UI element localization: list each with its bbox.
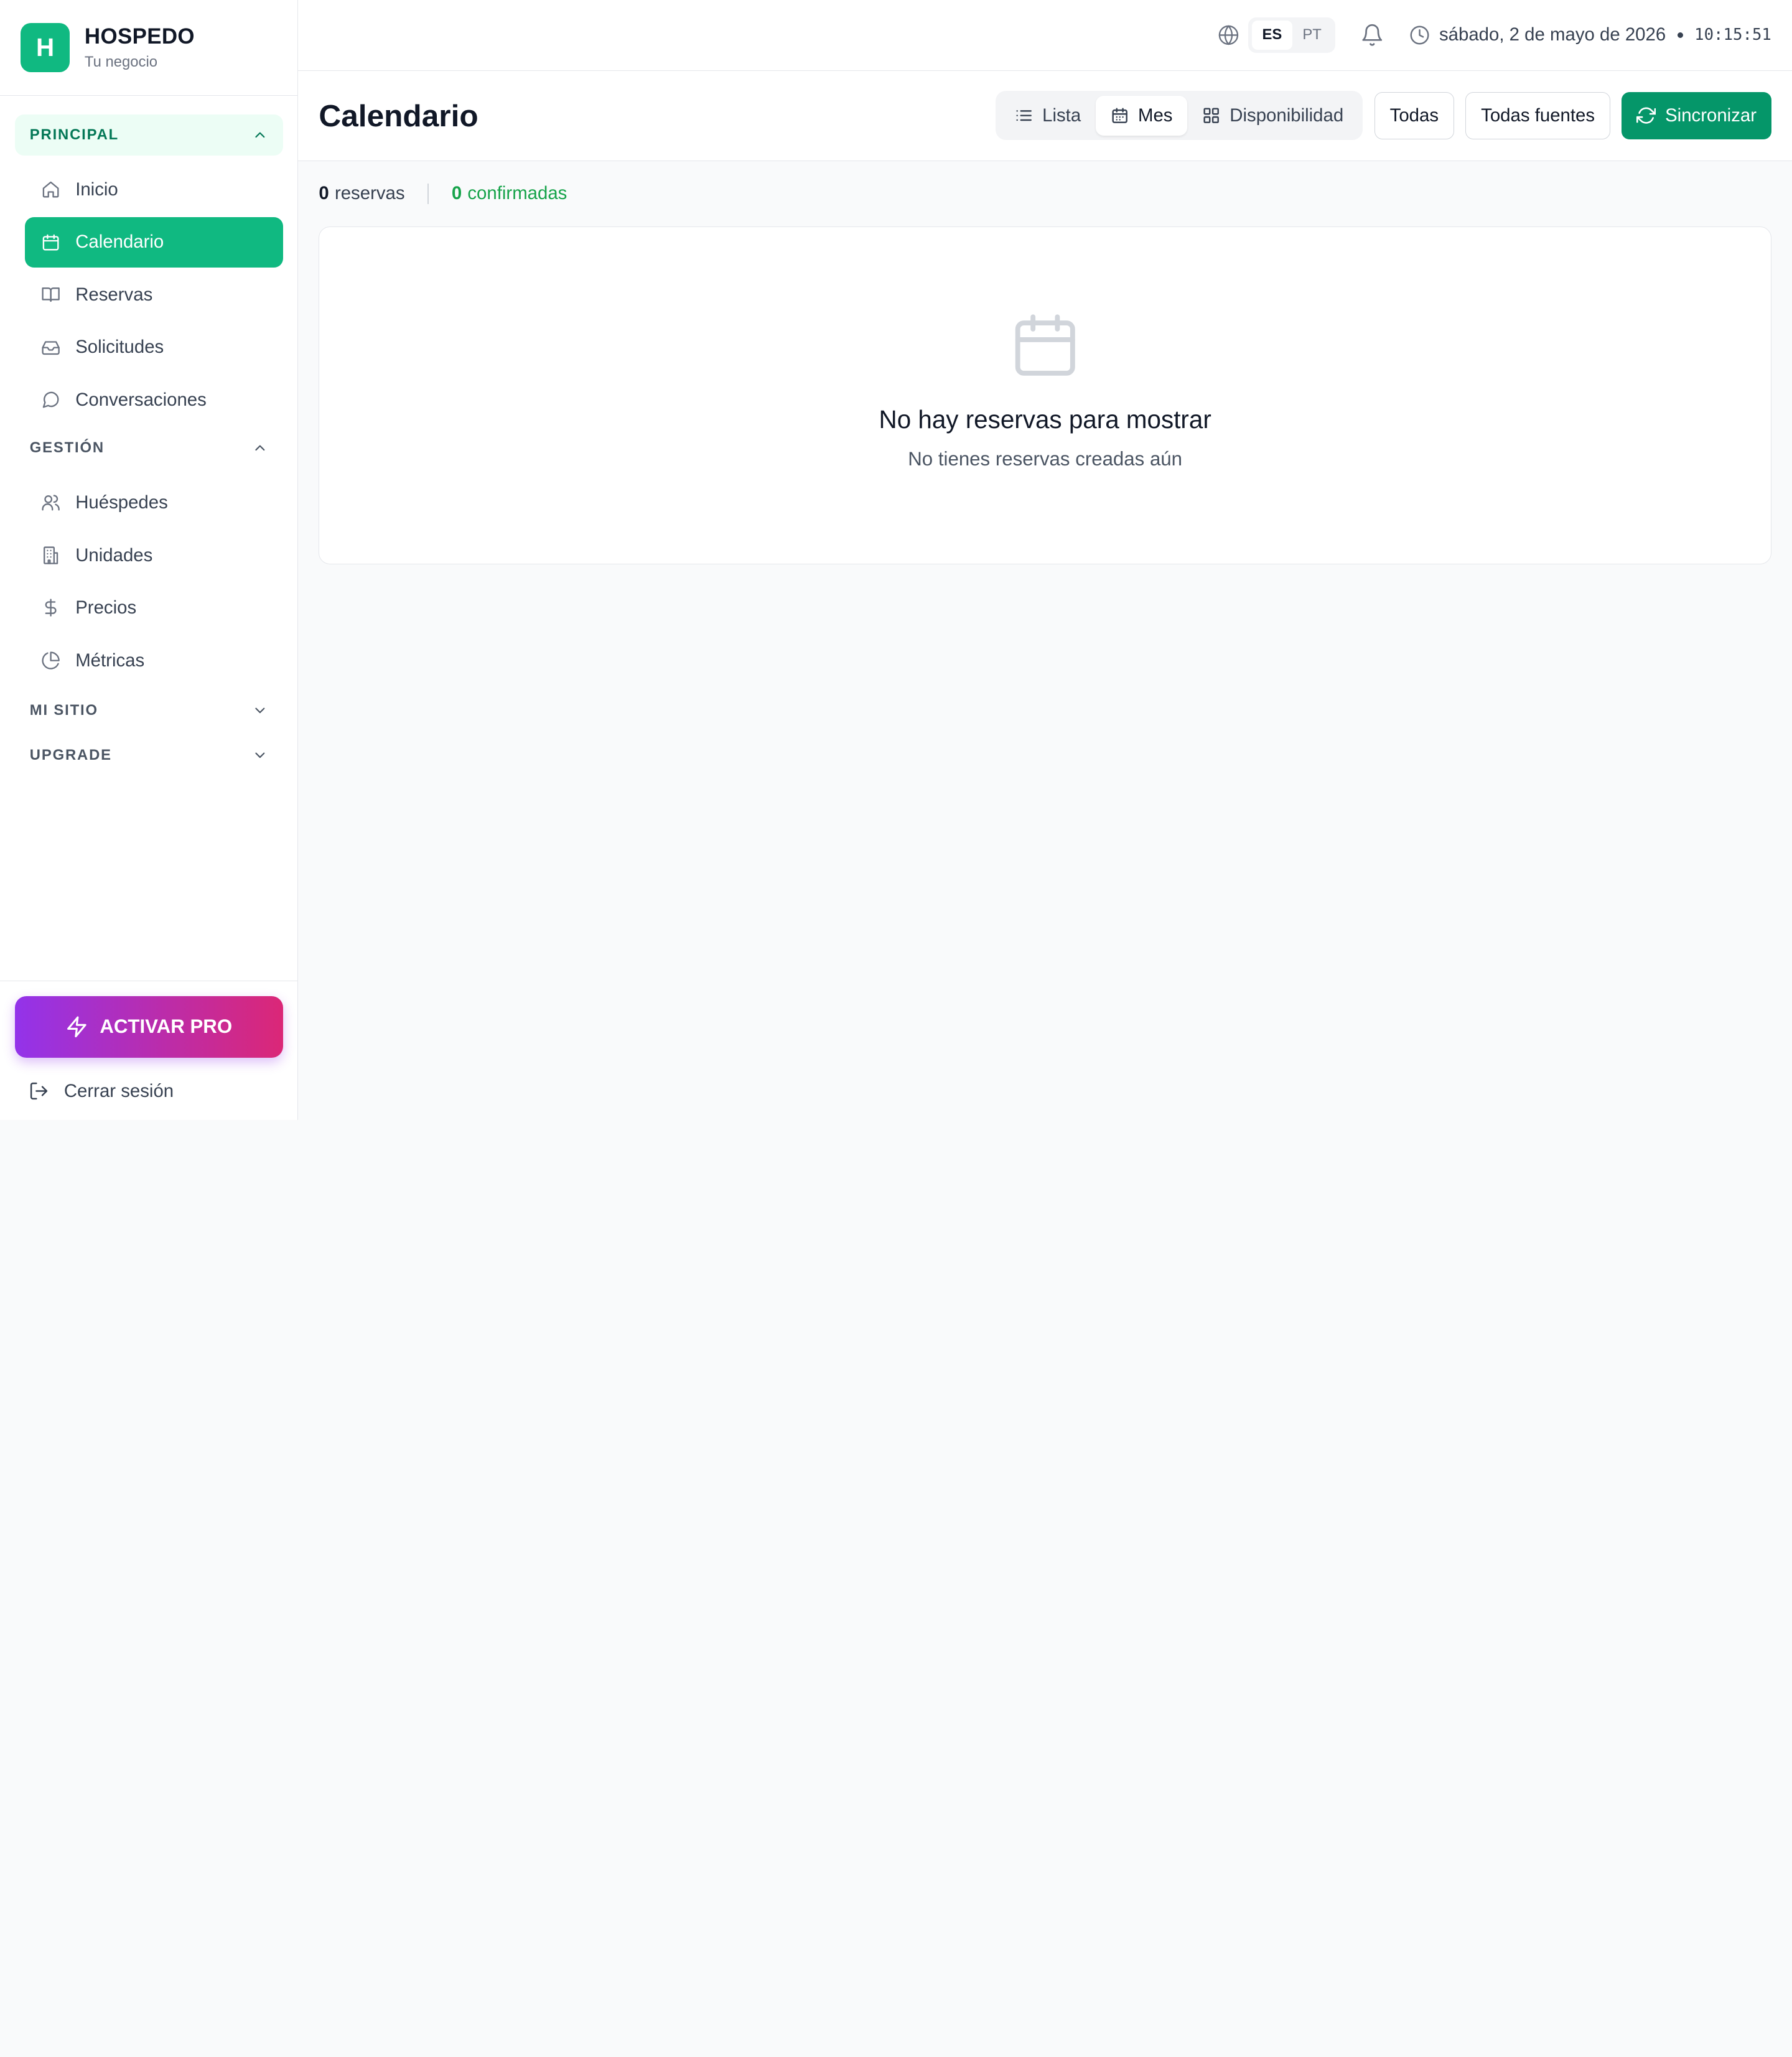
home-icon [42, 181, 59, 198]
empty-state-subtitle: No tienes reservas creadas aún [908, 448, 1183, 470]
section-upgrade[interactable]: UPGRADE [15, 735, 283, 776]
language-switcher: ES PT [1248, 17, 1335, 54]
confirmed-stat: 0 confirmadas [451, 183, 567, 204]
brand-name: HOSPEDO [84, 24, 195, 49]
list-icon [1016, 110, 1032, 121]
lightning-icon [67, 1016, 86, 1038]
view-availability-label: Disponibilidad [1230, 105, 1344, 126]
activate-pro-button[interactable]: ACTIVAR PRO [14, 996, 283, 1058]
section-mi-sitio-title: MI SITIO [29, 702, 98, 719]
calendar-icon [1015, 314, 1075, 376]
refresh-icon [1636, 107, 1656, 124]
users-icon [42, 495, 60, 511]
sidebar-item-solicitudes[interactable]: Solicitudes [25, 322, 282, 373]
sidebar: H HOSPEDO Tu negocio PRINCIPAL Inicio Ca… [0, 0, 299, 1120]
chevron-up-icon [255, 445, 265, 451]
sidebar-item-label: Unidades [75, 544, 153, 566]
brand[interactable]: H HOSPEDO Tu negocio [0, 0, 298, 96]
section-gestion[interactable]: GESTIÓN [15, 427, 283, 469]
main: ES PT sábado, 2 de mayo de 2026 10:15:51… [298, 0, 1792, 1120]
sidebar-footer: ACTIVAR PRO Cerrar sesión [0, 980, 298, 1120]
chevron-down-icon [255, 708, 265, 714]
sidebar-item-reservas[interactable]: Reservas [25, 269, 282, 320]
book-icon [42, 287, 60, 302]
topbar: ES PT sábado, 2 de mayo de 2026 10:15:51 [298, 0, 1792, 71]
chevron-up-icon [255, 132, 265, 138]
building-icon [44, 546, 58, 564]
sync-button[interactable]: Sincronizar [1622, 92, 1771, 139]
page-title: Calendario [319, 98, 478, 133]
view-list-button[interactable]: Lista [1000, 96, 1096, 136]
source-filter-select[interactable]: Todas fuentes [1465, 92, 1610, 139]
status-filter-select[interactable]: Todas [1374, 92, 1454, 139]
calendar-icon [1112, 108, 1127, 124]
content: 0 reservas 0 confirmadas No hay reservas p… [298, 161, 1792, 565]
reservation-stats: 0 reservas 0 confirmadas [319, 161, 1771, 226]
sidebar-item-metricas[interactable]: Métricas [25, 635, 282, 686]
empty-state: No hay reservas para mostrar No tienes r… [319, 226, 1771, 565]
bell-icon[interactable] [1360, 23, 1384, 47]
language-es[interactable]: ES [1251, 21, 1292, 50]
current-time: 10:15:51 [1694, 26, 1771, 45]
view-month-button[interactable]: Mes [1096, 95, 1188, 136]
stats-divider [427, 183, 429, 204]
language-pt[interactable]: PT [1292, 21, 1332, 49]
sidebar-item-unidades[interactable]: Unidades [25, 530, 282, 581]
sidebar-nav: PRINCIPAL Inicio Calendario Reservas Sol… [0, 96, 297, 981]
app: H HOSPEDO Tu negocio PRINCIPAL Inicio Ca… [0, 0, 1792, 1120]
separator-dot [1677, 32, 1683, 39]
section-principal-title: PRINCIPAL [29, 126, 119, 143]
message-icon [42, 391, 59, 408]
dollar-icon [45, 599, 57, 617]
pie-chart-icon [42, 651, 60, 669]
sidebar-item-conversaciones[interactable]: Conversaciones [25, 375, 282, 425]
inbox-icon [42, 341, 60, 355]
view-list-label: Lista [1042, 105, 1081, 126]
sidebar-item-huespedes[interactable]: Huéspedes [25, 478, 282, 528]
brand-subtitle: Tu negocio [84, 54, 158, 71]
sidebar-item-label: Huéspedes [75, 492, 168, 513]
logout-label: Cerrar sesión [63, 1080, 174, 1101]
view-availability-button[interactable]: Disponibilidad [1187, 96, 1358, 136]
sidebar-item-label: Solicitudes [75, 337, 164, 358]
brand-logo: H [21, 23, 70, 73]
clock-icon [1410, 26, 1429, 45]
sidebar-item-label: Inicio [75, 179, 118, 200]
globe-icon[interactable] [1218, 24, 1239, 46]
logout-button[interactable]: Cerrar sesión [15, 1081, 283, 1102]
view-switcher: Lista Mes Disponibilidad [995, 91, 1363, 141]
section-upgrade-title: UPGRADE [29, 746, 112, 763]
sidebar-item-label: Precios [75, 597, 137, 618]
chevron-down-icon [255, 752, 265, 758]
section-mi-sitio[interactable]: MI SITIO [15, 690, 283, 731]
grid-icon [1203, 108, 1220, 124]
calendar-icon [42, 234, 59, 251]
current-date: sábado, 2 de mayo de 2026 [1439, 24, 1666, 45]
sidebar-item-label: Métricas [75, 650, 145, 671]
view-month-label: Mes [1137, 105, 1173, 126]
sidebar-item-label: Conversaciones [75, 389, 207, 410]
sidebar-item-precios[interactable]: Precios [25, 583, 282, 633]
logout-icon [30, 1082, 48, 1100]
sidebar-item-label: Calendario [75, 231, 164, 253]
activate-pro-label: ACTIVAR PRO [100, 1015, 233, 1038]
reservations-stat: 0 reservas [319, 183, 405, 204]
section-gestion-title: GESTIÓN [29, 439, 105, 456]
sidebar-item-label: Reservas [75, 284, 153, 305]
sync-label: Sincronizar [1665, 105, 1757, 126]
sidebar-item-calendario[interactable]: Calendario [25, 217, 283, 268]
empty-state-title: No hay reservas para mostrar [879, 405, 1211, 434]
section-principal[interactable]: PRINCIPAL [14, 114, 283, 156]
sidebar-item-inicio[interactable]: Inicio [25, 164, 282, 215]
page-header: Calendario Lista Mes Disponibilidad Toda… [298, 70, 1792, 161]
